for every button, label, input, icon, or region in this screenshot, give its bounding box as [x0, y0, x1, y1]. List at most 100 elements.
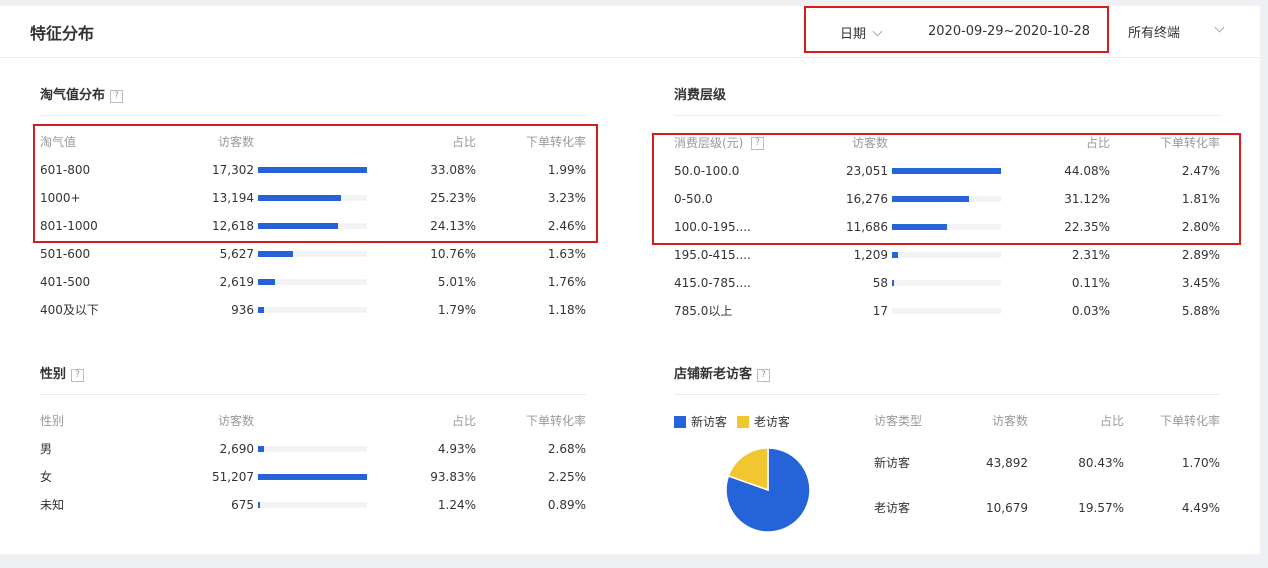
row-conversion: 2.89% [1181, 248, 1220, 262]
row-conversion: 0.89% [547, 498, 586, 512]
column-header-label: 访客类型 [874, 414, 923, 428]
table-row[interactable]: 195.0-415.... 1,209 2.31% 2.89% [674, 241, 1220, 269]
table-header: 消费层级(元) 访客数 占比 下单转化率? [674, 129, 1220, 157]
legend-item-old[interactable]: 老访客 [736, 415, 790, 429]
table-header: 性别 访客数 占比 下单转化率 [40, 407, 586, 435]
section-title-text: 淘气值分布 [40, 88, 106, 103]
row-visitors: 12,618 [212, 219, 254, 233]
gender-table: 性别 访客数 占比 下单转化率男 2,690 4.93% 2.68% 女 51,207 93.83… [40, 407, 586, 512]
table-row[interactable]: 0-50.0 16,276 31.12% 1.81% [674, 185, 1220, 213]
column-header-conversion: 下单转化率 [525, 135, 586, 149]
share-bar-fill [892, 252, 898, 258]
row-visitors: 5,627 [219, 247, 254, 261]
column-header-label: 性别 [40, 414, 65, 428]
row-share: 44.08% [1064, 164, 1110, 178]
help-icon[interactable]: ? [751, 137, 764, 150]
table-row[interactable]: 未知 675 1.24% 0.89% [40, 491, 586, 519]
table-row[interactable]: 801-1000 12,618 24.13% 2.46% [40, 212, 586, 240]
date-dropdown[interactable]: 日期 [840, 23, 883, 42]
share-bar-fill [258, 474, 367, 480]
row-share: 0.03% [1071, 304, 1110, 318]
row-label: 401-500 [40, 275, 91, 289]
section-title: 性别? [40, 367, 586, 395]
table-row[interactable]: 785.0以上 17 0.03% 5.88% [674, 297, 1220, 325]
taoqi-table: 淘气值 访客数 占比 下单转化率 601-800 17,302 33.08% 1.99% 100… [40, 128, 586, 317]
table-row[interactable]: 400及以下 936 1.79% 1.18% [40, 296, 586, 324]
consumption-table: 消费层级(元) 访客数 占比 下单转化率? 50.0-100.0 23,051 44.08%… [674, 129, 1220, 318]
share-bar-track [258, 223, 367, 229]
legend: 新访客 老访客 [674, 413, 790, 430]
row-label: 女 [40, 470, 53, 484]
table-row[interactable]: 1000+ 13,194 25.23% 3.23% [40, 184, 586, 212]
row-conversion: 1.81% [1181, 192, 1220, 206]
share-bar-fill [258, 195, 342, 201]
row-share: 10.76% [430, 247, 476, 261]
row-conversion: 1.63% [547, 247, 586, 261]
row-visitors: 43,892 [986, 456, 1028, 470]
table-row[interactable]: 501-600 5,627 10.76% 1.63% [40, 240, 586, 268]
section-title-text: 消费层级 [674, 88, 727, 103]
share-bar-fill [258, 307, 264, 313]
row-share: 2.31% [1071, 248, 1110, 262]
column-header-visitors: 访客数 [851, 136, 888, 150]
legend-item-new[interactable]: 新访客 [674, 415, 727, 429]
row-label: 男 [40, 442, 53, 456]
section-title-text: 性别 [40, 367, 67, 382]
row-label: 415.0-785.... [674, 276, 751, 290]
row-visitors: 11,686 [846, 220, 888, 234]
table-row[interactable]: 老访客 10,679 19.57% 4.49% [874, 494, 1220, 522]
share-bar-fill [892, 168, 1001, 174]
terminal-select[interactable]: 所有终端 [1128, 22, 1180, 41]
visitor-pie-chart [725, 447, 811, 533]
row-share: 31.12% [1064, 192, 1110, 206]
row-share: 80.43% [1078, 456, 1124, 470]
table-header: 访客类型 访客数 占比 下单转化率 [874, 407, 1220, 435]
date-label: 日期 [840, 27, 867, 42]
share-bar-track [258, 251, 367, 257]
column-header-share: 占比 [451, 414, 476, 428]
row-share: 33.08% [430, 163, 476, 177]
row-visitors: 58 [872, 276, 888, 290]
column-header-visitors: 访客数 [217, 135, 254, 149]
row-label: 100.0-195.... [674, 220, 751, 234]
chevron-down-icon[interactable] [1214, 22, 1225, 33]
share-bar-track [892, 196, 1001, 202]
help-icon[interactable]: ? [71, 369, 85, 382]
share-bar-track [892, 168, 1001, 174]
share-bar-fill [258, 502, 260, 508]
share-bar-track [892, 308, 1001, 314]
row-label: 老访客 [874, 501, 911, 515]
consumption-section: 消费层级 [674, 88, 1220, 116]
row-label: 新访客 [874, 456, 911, 470]
row-conversion: 1.76% [547, 275, 586, 289]
help-icon[interactable]: ? [757, 369, 771, 382]
section-title: 淘气值分布? [40, 88, 586, 116]
table-row[interactable]: 新访客 43,892 80.43% 1.70% [874, 449, 1220, 477]
row-label: 50.0-100.0 [674, 164, 740, 178]
row-share: 1.24% [437, 498, 476, 512]
row-label: 501-600 [40, 247, 91, 261]
column-header-share: 占比 [1085, 136, 1110, 150]
table-row[interactable]: 415.0-785.... 58 0.11% 3.45% [674, 269, 1220, 297]
row-share: 93.83% [430, 470, 476, 484]
column-header-conversion: 下单转化率 [1159, 414, 1220, 428]
help-icon[interactable]: ? [110, 90, 124, 103]
date-filter: 日期 2020-09-29~2020-10-28 [804, 6, 1109, 53]
table-row[interactable]: 50.0-100.0 23,051 44.08% 2.47% [674, 157, 1220, 185]
column-header-label: 消费层级(元) [674, 136, 744, 150]
column-header-visitors: 访客数 [217, 414, 254, 428]
table-row[interactable]: 601-800 17,302 33.08% 1.99% [40, 156, 586, 184]
row-conversion: 1.70% [1181, 456, 1220, 470]
row-conversion: 2.68% [547, 442, 586, 456]
row-conversion: 4.49% [1181, 501, 1220, 515]
table-row[interactable]: 女 51,207 93.83% 2.25% [40, 463, 586, 491]
legend-swatch-old [736, 416, 749, 428]
table-header: 淘气值 访客数 占比 下单转化率 [40, 128, 586, 156]
row-conversion: 3.45% [1181, 276, 1220, 290]
date-range-picker[interactable]: 2020-09-29~2020-10-28 [928, 24, 1090, 39]
row-label: 400及以下 [40, 303, 99, 317]
row-visitors: 51,207 [212, 470, 254, 484]
table-row[interactable]: 男 2,690 4.93% 2.68% [40, 435, 586, 463]
table-row[interactable]: 100.0-195.... 11,686 22.35% 2.80% [674, 213, 1220, 241]
table-row[interactable]: 401-500 2,619 5.01% 1.76% [40, 268, 586, 296]
